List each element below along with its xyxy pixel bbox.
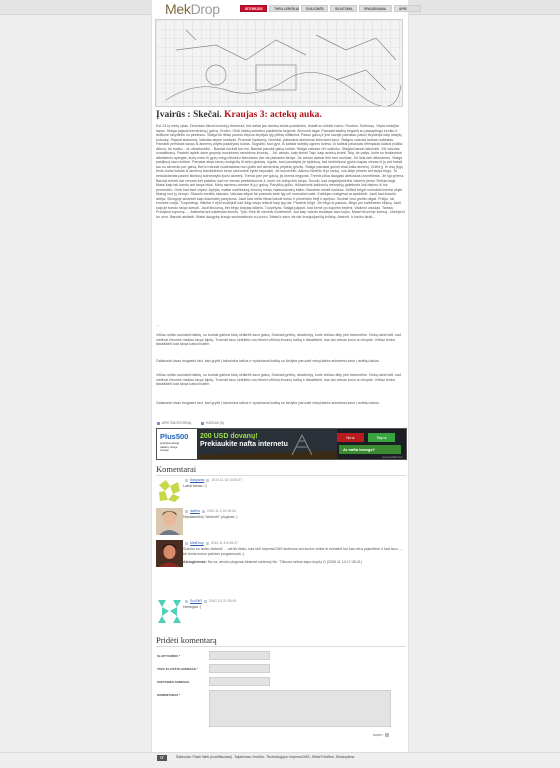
comment-text: Nepalankiklų "Akismet" pluginas :): [183, 515, 238, 519]
comment-reply: Atsiuginimas: Na va, atrodo pluginas Aki…: [183, 560, 362, 565]
ad-logo-box: Plus500 prekyba akcijų vakarų visoje vie…: [157, 429, 197, 459]
post-subtitle: Kraujas 3: actekų auka.: [224, 110, 322, 120]
submit-icon: [384, 733, 389, 738]
ad-headline: 200 USD dovanų! Prekiaukite nafta intern…: [200, 433, 288, 448]
folder-icon: [201, 421, 205, 425]
comments-title: Komentarai: [156, 464, 197, 474]
comment-textarea[interactable]: [209, 690, 391, 727]
user-icon: [185, 599, 188, 603]
comment-header: ScuTeR 2010.3.8 21:53:49: [183, 599, 236, 603]
comments-divider: [156, 475, 406, 476]
clock-icon: [205, 541, 209, 545]
category-link[interactable]: KATKAS (5): [201, 421, 224, 425]
email-label: TAVO EL.PAŠTO ADRESAS *: [157, 667, 198, 671]
site-logo[interactable]: MekDrop: [165, 1, 220, 17]
email-input[interactable]: [209, 664, 270, 673]
comment-item: Kasparas 2010.11.18 13:53:27 Labai fainas…: [156, 477, 406, 505]
form-divider: [156, 646, 406, 647]
nav-skaitoma[interactable]: SKAITOMA: [330, 5, 357, 12]
comment-label: KOMENTARAS *: [157, 693, 181, 697]
clock-icon: [203, 599, 207, 603]
avatar: [156, 598, 183, 625]
post-paragraph-5: Galiausiai visas bulgasini tavi, kad gry…: [156, 401, 380, 405]
ad-question[interactable]: Ar nafta brangs?: [339, 445, 401, 454]
main-nav: ISTORIJOS THRILLERIŠKAI SVAJONĖS SKAITOM…: [240, 5, 421, 12]
ad-no-button[interactable]: Ne ▸: [337, 433, 364, 442]
post-paragraph-2: Vėliau neliko susirasti daiktų, su kuria…: [156, 333, 402, 347]
ad-yes-button[interactable]: Taip ▸: [368, 433, 395, 442]
nav-svajones[interactable]: SVAJONĖS: [301, 5, 328, 12]
clock-icon: [201, 509, 205, 513]
nickname-input[interactable]: [209, 651, 270, 660]
about-story-link[interactable]: APIE ŠIA ISTORIJĄ: [157, 421, 191, 425]
post-paragraph-4: Vėliau neliko susirasti daiktų, su kuria…: [156, 373, 402, 387]
comment-author-link[interactable]: Kasparas: [190, 478, 204, 482]
clock-icon: [206, 478, 210, 482]
user-icon: [185, 509, 188, 513]
comment-author-link[interactable]: dwfest: [190, 509, 200, 513]
footer-credits: Šablonas: Flash Web (modifikuotas). Talp…: [176, 755, 355, 759]
post-paragraph-3: Galiausiai visas bulgasini tavi, kad gry…: [156, 359, 380, 363]
comment-header: MekDrop 2010.11.5 8:48:37: [183, 541, 238, 545]
comment-item: ScuTeR 2010.3.8 21:53:49 Neblogas :): [156, 598, 406, 626]
comment-author-link[interactable]: MekDrop: [190, 541, 204, 545]
ad-brand: Plus500: [160, 432, 189, 441]
comment-text: Sutinku su tavim dwfest2 ... vat tik tik…: [183, 547, 406, 565]
post-ellipsis: ...: [156, 322, 160, 327]
comment-item: dwfest 2010.11.3 20:18:04 Nepalankiklų "A…: [156, 508, 406, 536]
avatar: [156, 540, 183, 567]
comment-text: Neblogas :): [183, 605, 202, 609]
ad-url: www.plus500.com: [382, 456, 403, 459]
website-label: SVETAINĖS ADRESAS: [157, 680, 190, 684]
comment-header: dwfest 2010.11.3 20:18:04: [183, 509, 236, 513]
website-input[interactable]: [209, 677, 270, 686]
sketch-image: [155, 19, 403, 107]
nav-spaudinama[interactable]: SPAUDINAMA: [359, 5, 392, 12]
post-title: Įvairūs : Skečai. Kraujas 3: actekų auka…: [156, 110, 322, 120]
nav-istorijos[interactable]: ISTORIJOS: [240, 5, 267, 12]
comment-item: MekDrop 2010.11.5 8:48:37 Sutinku su tavi…: [156, 540, 406, 595]
footer-logo: IT: [157, 755, 167, 761]
user-icon: [185, 478, 188, 482]
avatar: [156, 477, 183, 504]
user-icon: [185, 541, 188, 545]
comment-text: Labai fainas =): [183, 484, 207, 488]
form-title: Pridėti komentarą: [156, 635, 217, 645]
avatar: [156, 508, 183, 535]
nav-apie[interactable]: APIE: [394, 5, 421, 12]
ad-tagline: prekyba akcijų vakarų visoje vietoje: [160, 441, 180, 453]
post-paragraph-1: Ext 23-ių metų rytas. Devintasi diena ko…: [156, 124, 405, 219]
info-icon: [157, 421, 160, 425]
comment-author-link[interactable]: ScuTeR: [190, 599, 202, 603]
submit-button[interactable]: SIŲSTI: [373, 733, 389, 738]
nav-thrilleriskai[interactable]: THRILLERIŠKAI: [269, 5, 299, 12]
post-meta: APIE ŠIA ISTORIJĄ KATKAS (5): [157, 421, 224, 425]
ad-banner[interactable]: Plus500 prekyba akcijų vakarų visoje vie…: [156, 428, 407, 460]
comment-header: Kasparas 2010.11.18 13:53:27: [183, 478, 242, 482]
nickname-label: SLAPYVARDIS *: [157, 654, 181, 658]
